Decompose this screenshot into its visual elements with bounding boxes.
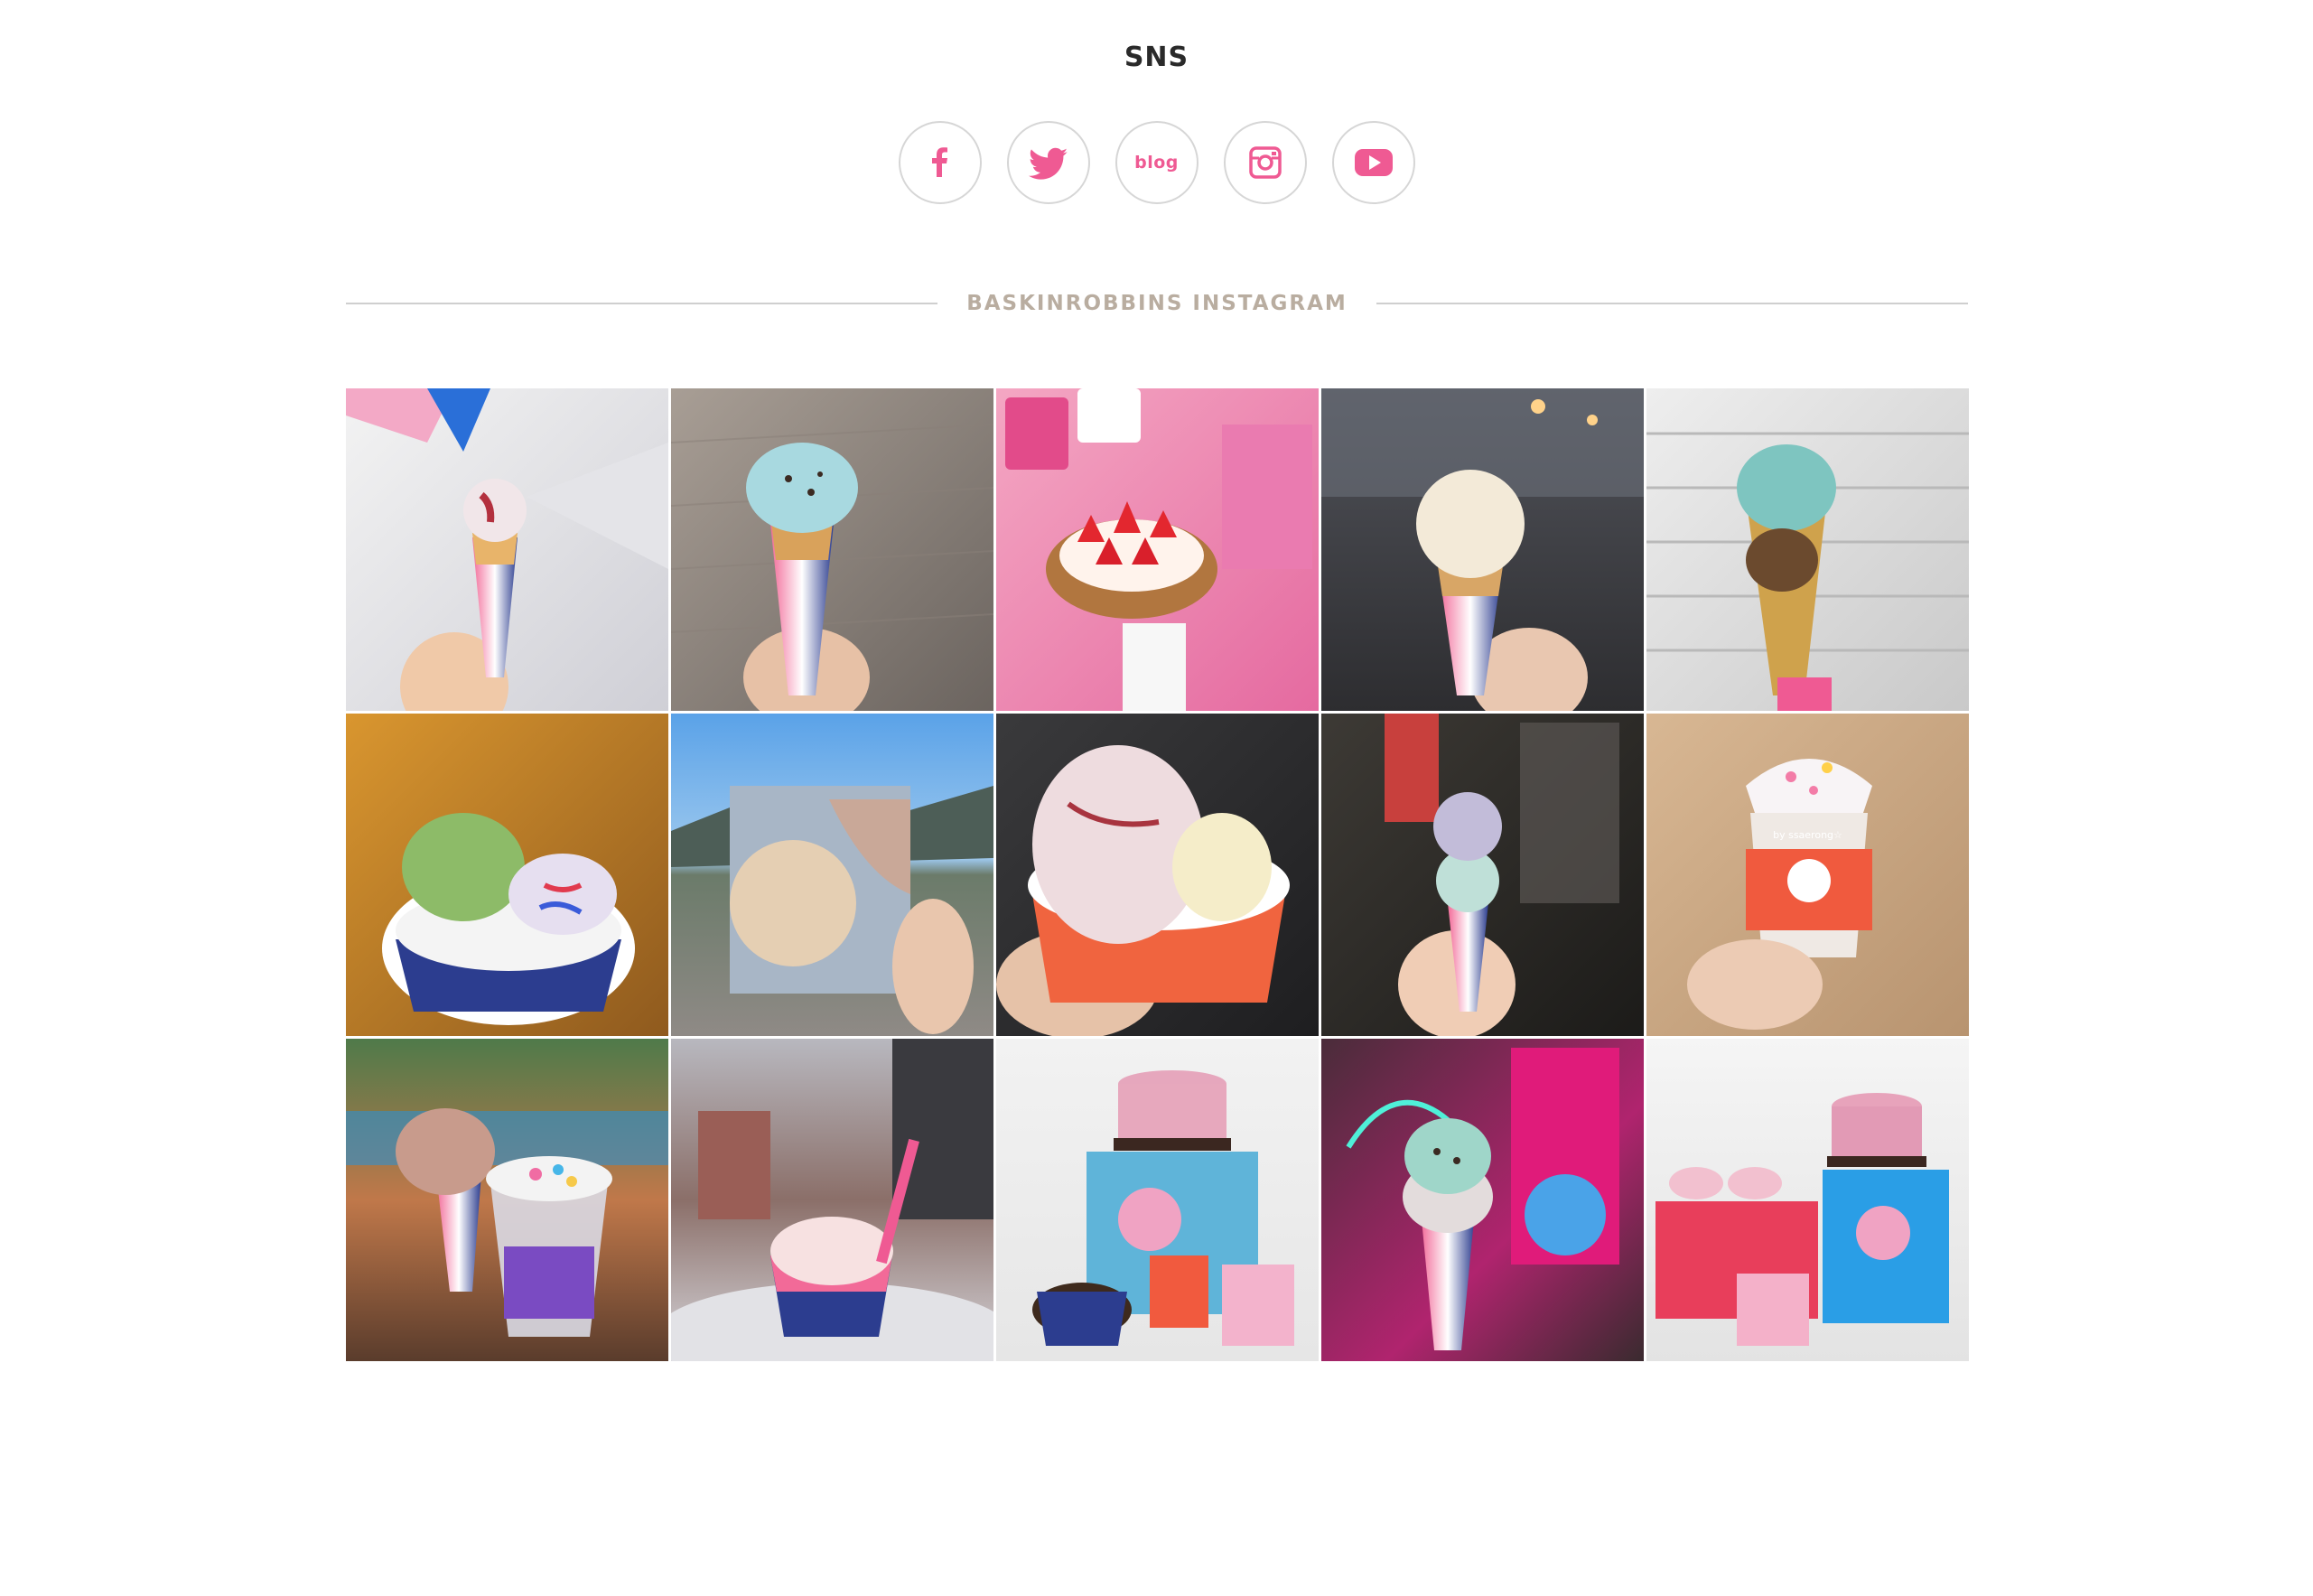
sns-title: SNS — [1124, 42, 1189, 73]
post-photo — [1321, 714, 1644, 1036]
instagram-post-1[interactable] — [346, 388, 668, 711]
post-photo — [1646, 714, 1969, 1036]
instagram-post-9[interactable] — [1321, 714, 1644, 1036]
post-photo — [1646, 1039, 1969, 1361]
instagram-post-8[interactable] — [996, 714, 1319, 1036]
instagram-post-5[interactable] — [1646, 388, 1969, 711]
instagram-post-12[interactable] — [671, 1039, 993, 1361]
photo-caption: by ssaerong☆ — [1773, 829, 1842, 841]
blog-button[interactable]: blog — [1115, 121, 1198, 204]
instagram-post-11[interactable] — [346, 1039, 668, 1361]
blog-icon: blog — [1134, 153, 1179, 173]
youtube-button[interactable] — [1331, 121, 1415, 204]
sns-icon-row: blog — [0, 121, 2313, 204]
post-photo — [346, 1039, 668, 1361]
instagram-post-13[interactable] — [996, 1039, 1319, 1361]
instagram-post-10[interactable]: by ssaerong☆ — [1646, 714, 1969, 1036]
instagram-button[interactable] — [1223, 121, 1307, 204]
post-photo — [1646, 388, 1969, 711]
post-photo — [346, 714, 668, 1036]
post-photo — [346, 388, 668, 711]
twitter-button[interactable] — [1006, 121, 1090, 204]
facebook-icon — [931, 147, 947, 177]
post-photo — [671, 714, 993, 1036]
post-photo — [671, 388, 993, 711]
instagram-post-6[interactable] — [346, 714, 668, 1036]
youtube-icon — [1354, 149, 1393, 176]
heading-divider-right — [1376, 303, 1968, 304]
instagram-heading-label: BASKINROBBINS INSTAGRAM — [966, 292, 1348, 315]
instagram-post-3[interactable] — [996, 388, 1319, 711]
post-photo — [996, 388, 1319, 711]
facebook-button[interactable] — [898, 121, 982, 204]
instagram-post-2[interactable] — [671, 388, 993, 711]
instagram-post-4[interactable] — [1321, 388, 1644, 711]
instagram-section-heading: BASKINROBBINS INSTAGRAM — [346, 287, 1968, 320]
heading-divider-left — [346, 303, 938, 304]
twitter-icon — [1028, 147, 1068, 180]
post-photo — [996, 1039, 1319, 1361]
post-photo — [1321, 1039, 1644, 1361]
instagram-post-14[interactable] — [1321, 1039, 1644, 1361]
instagram-post-15[interactable] — [1646, 1039, 1969, 1361]
instagram-icon — [1248, 146, 1282, 179]
post-photo — [1321, 388, 1644, 711]
post-photo — [996, 714, 1319, 1036]
instagram-grid: by ssaerong☆ — [346, 388, 1970, 1361]
post-photo — [671, 1039, 993, 1361]
instagram-post-7[interactable] — [671, 714, 993, 1036]
